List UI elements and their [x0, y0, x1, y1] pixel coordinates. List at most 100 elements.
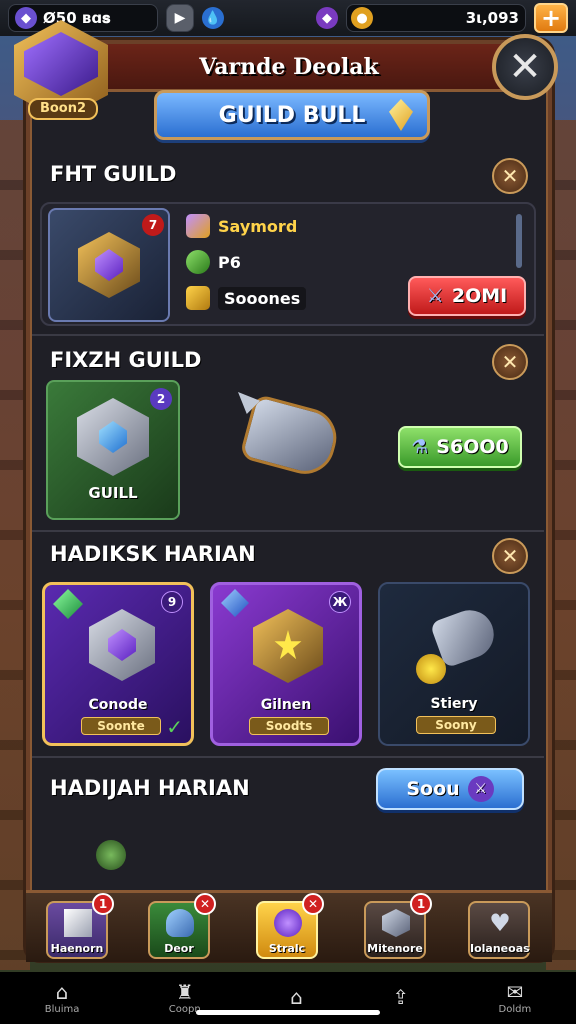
tab-badge: ✕	[302, 893, 324, 915]
potion-icon: ⚗	[411, 436, 429, 458]
purple-gem-icon	[108, 629, 136, 661]
home-icon: ⌂	[55, 979, 69, 1004]
cube-icon	[64, 909, 92, 937]
avatar-level-label: Boon2	[28, 98, 98, 120]
reward-tag: Soony	[416, 716, 496, 734]
stat-row: Saymord	[186, 214, 297, 238]
gold-icon	[186, 286, 210, 310]
tab-label: Deor	[164, 942, 194, 955]
tab-badge: 1	[92, 893, 114, 915]
reward-name: Conode	[88, 697, 148, 713]
reward-name: Gilnen	[260, 697, 312, 713]
close-panel-button[interactable]: ✕	[492, 34, 558, 100]
shield-emblem-icon	[89, 609, 155, 681]
cube-icon	[186, 214, 210, 238]
shield-emblem-icon	[77, 398, 149, 476]
system-nav-bar: ⌂ Bluima ♜ Coopn ⌂ ⇪ ✉ Doldm	[0, 972, 576, 1024]
sword-icon: ⚔	[467, 776, 494, 802]
bottom-tab-bar: Haenorn 1 Deor ✕ Stralc ✕ Mitenore 1 ♥ I…	[26, 890, 552, 962]
tab-label: Haenorn	[50, 942, 104, 955]
guild-bull-button[interactable]: GUILD BULL	[154, 90, 430, 140]
nav-share[interactable]: ⇪	[392, 987, 409, 1009]
heart-icon: ♥	[489, 909, 511, 937]
tab-label: Stralc	[268, 942, 306, 955]
add-currency-button[interactable]: +	[534, 3, 568, 33]
gold-coin-icon: ●	[351, 7, 373, 29]
emerald-icon	[53, 589, 83, 619]
section-4-action-button[interactable]: Soou ⚔	[376, 768, 524, 810]
divider	[32, 756, 544, 758]
scrollbar[interactable]	[516, 214, 522, 268]
reward-card[interactable]: 9 Conode Soonte ✓	[42, 582, 194, 746]
section-close-button[interactable]: ✕	[492, 344, 528, 380]
green-orb-icon	[96, 840, 126, 870]
shield-emblem-icon	[78, 232, 140, 298]
star-icon	[274, 630, 302, 660]
house-icon: ⌂	[290, 985, 303, 1009]
tab-deor[interactable]: Deor ✕	[148, 893, 216, 959]
status-bar: ◆ Ø50 ʙɑ𝐬 ▶ 💧 ◆ ● 3ι,093 +	[0, 0, 576, 36]
section-hadiksk-harian: HADIKSK HARIAN ✕	[38, 538, 538, 574]
sapphire-icon	[221, 589, 249, 617]
play-icon: ▶	[174, 10, 186, 26]
stat-row: P6	[186, 250, 241, 274]
reward-card[interactable]: Stiery Soony	[378, 582, 530, 746]
drop-icon[interactable]: 💧	[202, 7, 224, 29]
section-close-button[interactable]: ✕	[492, 538, 528, 574]
tile-badge: 2	[150, 388, 172, 410]
button-label: Soou	[406, 778, 460, 800]
guild-card-1: 7 Saymord P6 Sooones ⚔ 2OMI	[40, 202, 536, 326]
section-title: FIXZH GUILD	[50, 348, 202, 372]
section-title: FHT GUILD	[50, 162, 177, 186]
nav-home[interactable]: ⌂ Bluima	[45, 982, 80, 1015]
reward-name: Stiery	[430, 696, 478, 712]
guild-1-action-button[interactable]: ⚔ 2OMI	[408, 276, 526, 316]
tab-badge: 1	[410, 893, 432, 915]
divider	[32, 530, 544, 532]
nav-coopn[interactable]: ♜ Coopn	[169, 982, 201, 1015]
shield-icon	[382, 909, 410, 937]
guild-emblem-tile[interactable]: 7	[48, 208, 170, 322]
currency-left: ◆ Ø50 ʙɑ𝐬	[8, 4, 158, 32]
card-badge: Ж	[329, 591, 351, 613]
gold-coin-icon	[416, 654, 446, 684]
guild-emblem-tile[interactable]: GUILL 2	[46, 380, 180, 520]
nav-label: Doldm	[498, 1003, 532, 1015]
purple-gem-icon: ◆	[316, 7, 338, 29]
card-badge: 9	[161, 591, 183, 613]
currency-right: ● 3ι,093	[346, 4, 526, 32]
leaf-icon	[186, 250, 210, 274]
tab-stralc[interactable]: Stralc ✕	[256, 893, 324, 959]
stat-text: Sooones	[218, 286, 307, 310]
stat-row: Sooones	[186, 286, 307, 310]
section-close-button[interactable]: ✕	[492, 158, 528, 194]
button-label: S6OO0	[436, 436, 509, 458]
reward-card[interactable]: Ж Gilnen Soodts	[210, 582, 362, 746]
nav-center[interactable]: ⌂	[290, 987, 303, 1009]
tile-label: GUILL	[88, 484, 138, 502]
currency-right-value: 3ι,093	[465, 9, 519, 27]
tab-label: Mitenore	[367, 942, 423, 955]
tab-mitenore[interactable]: Mitenore 1	[364, 893, 432, 959]
guild-bull-label: GUILD BULL	[218, 102, 366, 128]
stat-text: P6	[218, 252, 241, 272]
reward-tag: Soonte	[81, 717, 161, 735]
helmet-icon	[166, 909, 194, 937]
blue-gem-icon	[99, 421, 127, 453]
section-title: HADIKSK HARIAN	[50, 542, 256, 566]
tab-haenorn[interactable]: Haenorn 1	[46, 893, 114, 959]
tab-badge: ✕	[194, 893, 216, 915]
home-indicator	[196, 1010, 380, 1015]
shield-emblem-icon	[253, 609, 323, 683]
purple-gem-icon	[95, 249, 123, 281]
tab-iolaneoas[interactable]: ♥ Iolaneoas	[468, 901, 530, 959]
nav-label: Bluima	[44, 1003, 80, 1015]
guild-2-action-button[interactable]: ⚗ S6OO0	[398, 426, 522, 468]
nav-message[interactable]: ✉ Doldm	[499, 982, 532, 1015]
video-button[interactable]: ▶	[166, 4, 194, 32]
button-label: 2OMI	[451, 285, 508, 307]
sword-icon: ⚔	[426, 285, 444, 307]
share-icon: ⇪	[392, 985, 410, 1009]
tower-icon: ♜	[175, 979, 194, 1004]
stat-text: Saymord	[218, 216, 298, 236]
